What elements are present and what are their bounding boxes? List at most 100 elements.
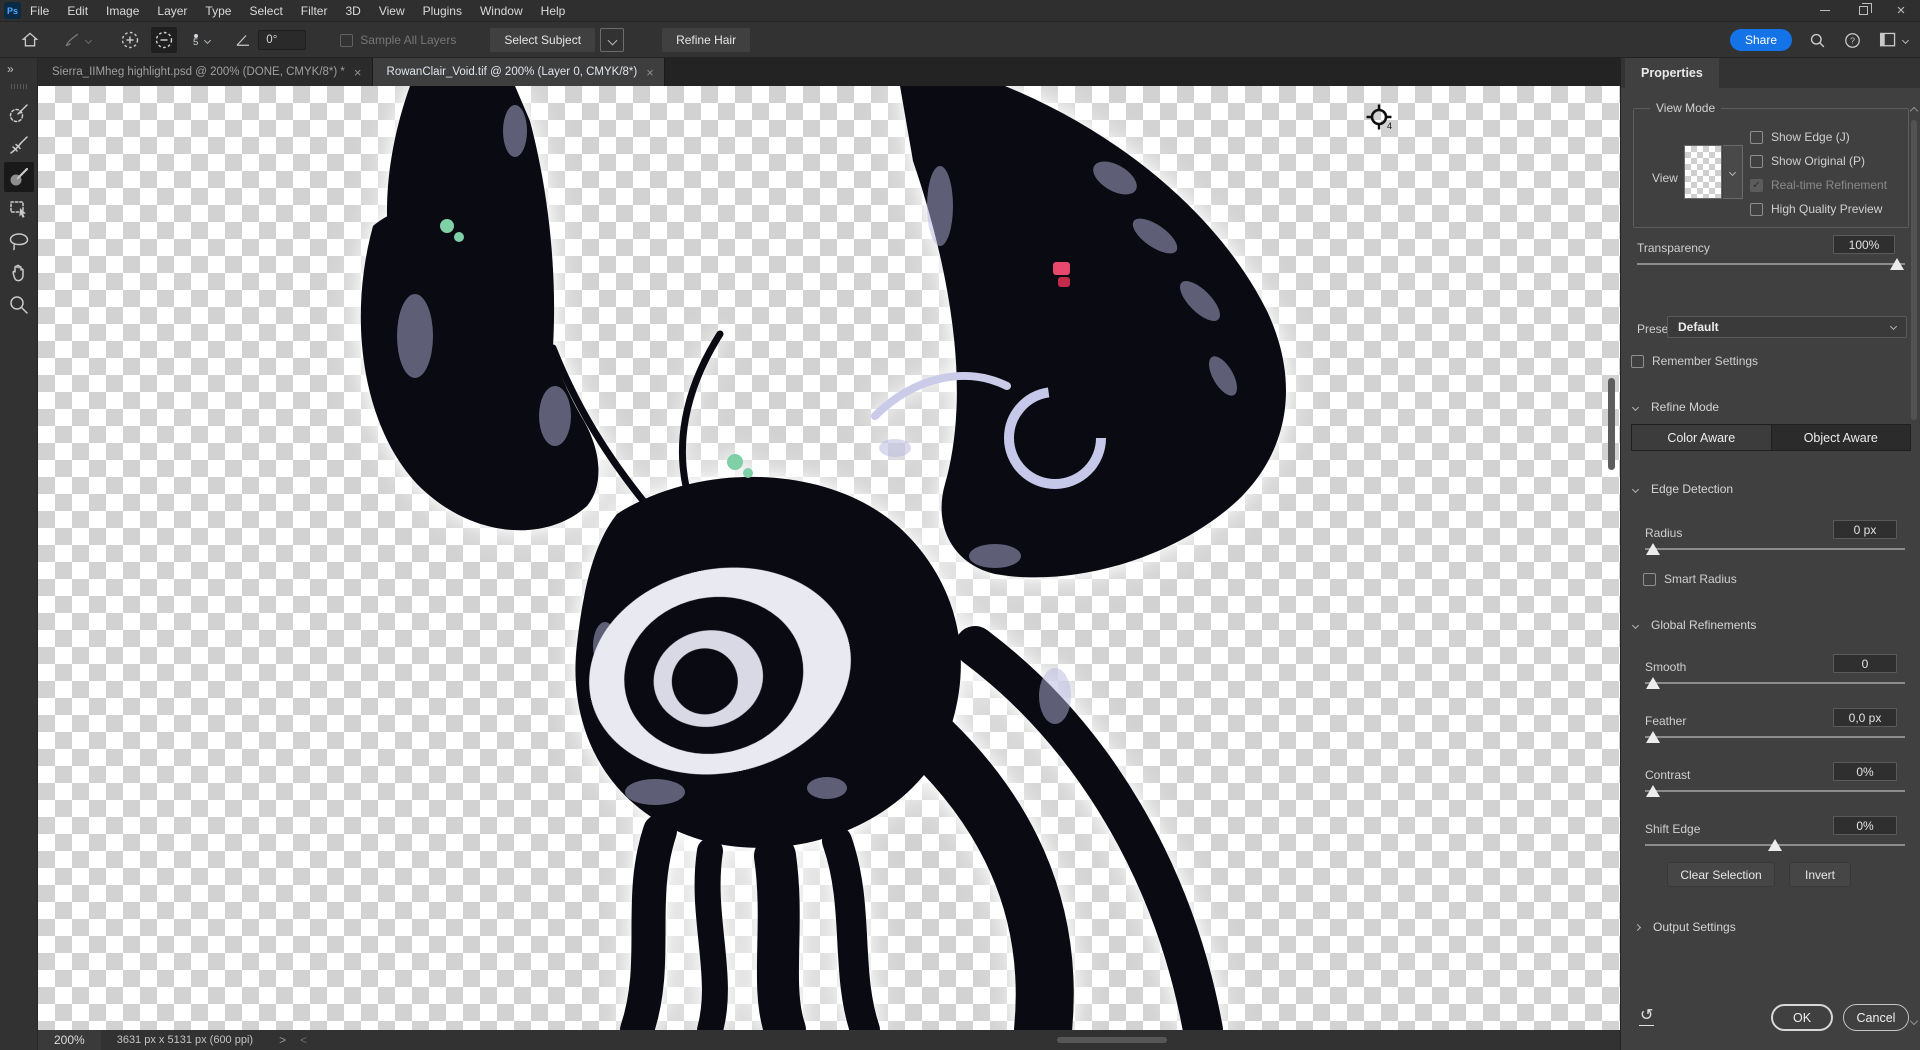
smooth-slider[interactable] [1645,675,1905,689]
chevron-down-icon [1632,485,1639,492]
global-refinements-section-header[interactable]: Global Refinements [1633,618,1756,632]
slider-thumb[interactable] [1646,785,1660,797]
select-subject-dropdown[interactable] [600,28,624,52]
menu-help[interactable]: Help [532,0,575,22]
zoom-tool[interactable] [4,290,34,320]
document-tab-active[interactable]: RowanClair_Void.tif @ 200% (Layer 0, CMY… [373,58,665,86]
canvas-vertical-scrollbar[interactable] [1606,86,1617,1030]
high-quality-preview-checkbox[interactable]: High Quality Preview [1750,202,1882,216]
output-settings-section-header[interactable]: Output Settings [1635,920,1736,934]
hand-tool[interactable] [4,258,34,288]
add-to-selection-icon[interactable] [119,29,141,51]
slider-thumb[interactable] [1768,839,1782,851]
shift-edge-value-field[interactable]: 0% [1833,816,1897,835]
view-dropdown-chevron[interactable] [1723,145,1743,199]
ok-button[interactable]: OK [1771,1004,1833,1031]
show-original-checkbox[interactable]: Show Original (P) [1750,154,1865,168]
shift-edge-slider[interactable] [1645,837,1905,851]
quick-selection-tool[interactable] [4,98,34,128]
brush-size-control[interactable]: 5 [193,34,198,47]
status-back-icon[interactable]: < [300,1033,307,1047]
select-subject-button[interactable]: Select Subject [490,28,595,52]
feather-value-field[interactable]: 0,0 px [1833,708,1897,727]
status-chevron-icon[interactable]: > [279,1033,286,1047]
brush-tool[interactable] [4,162,34,192]
smart-radius-checkbox[interactable]: Smart Radius [1643,572,1737,586]
refine-mode-section-header[interactable]: Refine Mode [1633,400,1719,414]
menu-layer[interactable]: Layer [148,0,196,22]
document-tab-inactive[interactable]: Sierra_IIMheg highlight.psd @ 200% (DONE… [38,58,373,86]
subtract-from-selection-icon[interactable] [151,27,177,53]
brush-preset-icon[interactable] [62,30,91,50]
preset-dropdown[interactable]: Default [1667,316,1907,338]
canvas-horizontal-scrollbar[interactable] [317,1036,1614,1044]
zoom-level-field[interactable]: 200% [38,1030,101,1050]
edge-detection-section-header[interactable]: Edge Detection [1633,482,1733,496]
document-canvas[interactable]: 4 [38,86,1620,1030]
restore-icon [1859,6,1868,15]
menu-edit[interactable]: Edit [58,0,97,22]
close-button[interactable]: × [1882,0,1920,22]
share-button[interactable]: Share [1730,29,1792,51]
menu-view[interactable]: View [370,0,414,22]
brush-size-value: 5 [193,38,198,47]
radius-label: Radius [1645,526,1682,540]
brush-size-chevron-icon[interactable] [204,36,211,43]
panel-scrollbar[interactable] [1909,106,1919,1036]
menu-3d[interactable]: 3D [336,0,369,22]
transparency-slider[interactable] [1637,256,1905,270]
slider-thumb[interactable] [1890,258,1904,270]
contrast-value-field[interactable]: 0% [1833,762,1897,781]
home-icon[interactable] [20,30,40,50]
contrast-slider[interactable] [1645,783,1905,797]
smooth-value-field[interactable]: 0 [1833,654,1897,673]
workspace-layout-icon[interactable] [1878,31,1908,49]
object-selection-tool[interactable] [4,194,34,224]
remember-settings-checkbox[interactable]: Remember Settings [1631,354,1758,368]
lasso-tool[interactable] [4,226,34,256]
menu-image[interactable]: Image [97,0,148,22]
refine-hair-button[interactable]: Refine Hair [662,28,750,52]
menu-filter[interactable]: Filter [292,0,337,22]
radius-value-field[interactable]: 0 px [1833,520,1897,539]
radius-slider[interactable] [1645,541,1905,555]
invert-button[interactable]: Invert [1789,862,1851,887]
view-thumbnail[interactable] [1684,145,1722,199]
object-aware-option[interactable]: Object Aware [1772,425,1911,450]
color-aware-option[interactable]: Color Aware [1632,425,1771,450]
refine-edge-brush-tool[interactable] [4,130,34,160]
scroll-down-icon[interactable] [1910,1017,1918,1025]
brush-angle-field[interactable]: 0° [258,30,306,50]
restore-button[interactable] [1844,0,1882,22]
chevron-down-icon [1890,323,1897,330]
scrollbar-thumb[interactable] [1608,378,1615,470]
slider-thumb[interactable] [1646,731,1660,743]
menu-file[interactable]: File [21,0,58,22]
cancel-button[interactable]: Cancel [1843,1004,1909,1031]
toolbar-overflow-icon[interactable]: » [7,62,13,76]
tools-panel: » [0,58,38,1050]
help-icon[interactable]: ? [1843,31,1862,50]
reset-icon[interactable]: ↺ [1639,1008,1654,1026]
transparency-value-field[interactable]: 100% [1833,235,1895,254]
sample-all-layers-checkbox[interactable]: Sample All Layers [340,33,456,47]
tab-close-icon[interactable]: × [646,65,654,80]
menu-plugins[interactable]: Plugins [414,0,471,22]
scrollbar-thumb[interactable] [1911,120,1917,420]
feather-slider[interactable] [1645,729,1905,743]
menu-type[interactable]: Type [196,0,240,22]
search-icon[interactable] [1808,31,1827,50]
clear-selection-button[interactable]: Clear Selection [1667,862,1775,887]
slider-thumb[interactable] [1646,677,1660,689]
slider-thumb[interactable] [1646,543,1660,555]
transparency-label: Transparency [1637,241,1710,255]
scrollbar-thumb[interactable] [1057,1037,1167,1043]
show-edge-checkbox[interactable]: Show Edge (J) [1750,130,1850,144]
toolbar-grip[interactable] [11,84,27,89]
menu-window[interactable]: Window [471,0,532,22]
minimize-button[interactable] [1806,0,1844,22]
scroll-up-icon[interactable] [1910,107,1918,115]
menu-select[interactable]: Select [240,0,291,22]
properties-tab[interactable]: Properties [1625,58,1719,88]
tab-close-icon[interactable]: × [354,65,362,80]
